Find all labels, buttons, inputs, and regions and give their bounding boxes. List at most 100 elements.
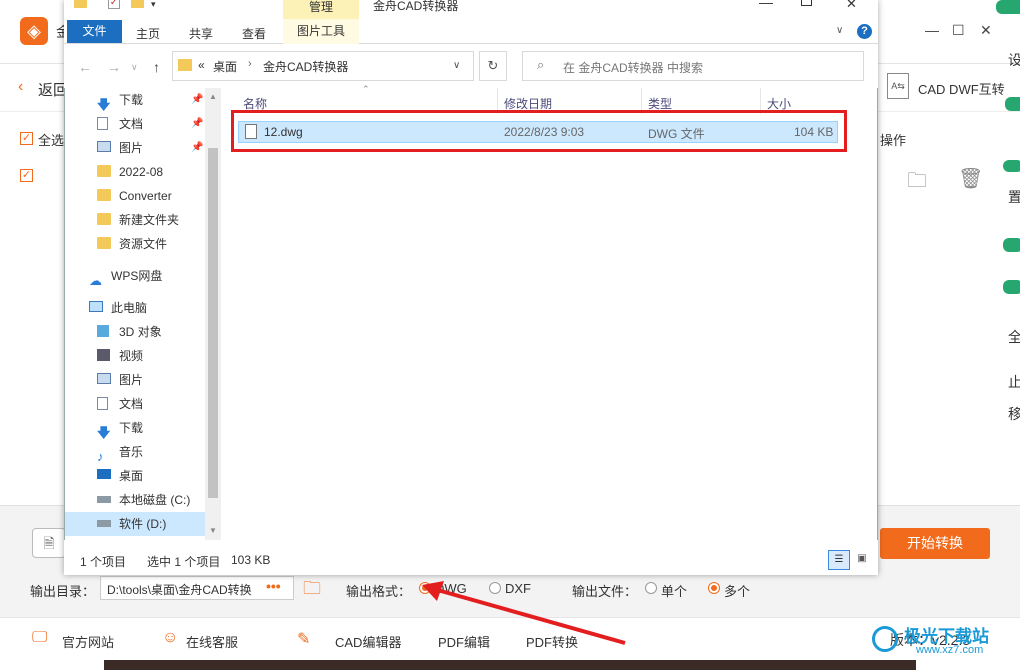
sidebar-item-label: Converter	[119, 189, 172, 203]
drive-icon	[97, 493, 112, 506]
sidebar-item[interactable]: 文档	[65, 392, 205, 416]
output-folder-icon[interactable]: 🗀	[303, 576, 327, 600]
quick-access-dropdown-icon[interactable]: ▾	[151, 0, 156, 10]
nav-scrollbar-thumb[interactable]	[208, 148, 218, 498]
details-view-icon[interactable]: ☰	[828, 550, 850, 570]
file-single-radio[interactable]	[645, 582, 657, 594]
address-dropdown-icon[interactable]: ∨	[453, 60, 460, 71]
large-icons-view-icon[interactable]: ▣	[853, 550, 871, 570]
tab-view[interactable]: 查看	[242, 25, 266, 42]
tab-share[interactable]: 共享	[189, 25, 213, 42]
sidebar-item[interactable]: 🡇 下载	[65, 416, 205, 440]
ribbon-context-tab[interactable]: 管理	[283, 0, 359, 19]
pin-icon: 📌	[191, 142, 204, 153]
sidebar-item[interactable]: ☁ WPS网盘	[65, 264, 205, 288]
background-photo-strip	[104, 660, 916, 670]
drive-icon	[97, 517, 112, 530]
sidebar-item[interactable]: 本地磁盘 (C:)	[65, 488, 205, 512]
folder-icon	[97, 237, 112, 250]
back-arrow-icon[interactable]: ‹	[18, 78, 23, 96]
sidebar-item[interactable]: 此电脑	[65, 296, 205, 320]
sidebar-item-label: 图片	[119, 373, 144, 387]
sort-indicator-icon: ⌃	[362, 84, 370, 94]
select-all-label: 全选	[38, 133, 65, 148]
sidebar-item[interactable]: 软件 (D:)	[65, 512, 205, 536]
row-checkbox[interactable]: ✓	[20, 169, 33, 182]
refresh-icon[interactable]: ↻	[479, 51, 507, 81]
download-arrow-icon: 🡇	[97, 425, 111, 440]
sidebar-item-label: 图片	[119, 141, 144, 155]
file-multi-label: 多个	[724, 584, 751, 599]
maximize-icon[interactable]: ☐	[952, 22, 965, 39]
computer-icon	[89, 301, 104, 314]
sidebar-item-label: 下载	[119, 421, 144, 435]
scroll-up-icon[interactable]: ▲	[209, 92, 217, 101]
sidebar-item[interactable]: 🡇 下载 📌	[65, 88, 205, 112]
select-all-checkbox[interactable]: ✓	[20, 132, 33, 145]
explorer-close-icon[interactable]: ✕	[846, 0, 857, 12]
sidebar-item[interactable]: 图片 📌	[65, 136, 205, 160]
document-icon	[97, 397, 112, 410]
sidebar-item[interactable]: 新建文件夹	[65, 208, 205, 232]
new-folder-icon[interactable]	[131, 0, 144, 8]
footer-cad-editor[interactable]: CAD编辑器	[335, 632, 401, 651]
breadcrumb-desktop[interactable]: 桌面	[213, 58, 237, 75]
footer-online-support[interactable]: 在线客服	[186, 632, 238, 651]
decoration	[1003, 238, 1020, 252]
explorer-maximize-icon[interactable]	[801, 0, 812, 6]
tab-file[interactable]: 文件	[67, 20, 122, 43]
ribbon-expand-icon[interactable]: ∨	[836, 25, 843, 36]
item-count: 1 个项目	[80, 555, 127, 569]
forward-nav-icon[interactable]: →	[107, 59, 121, 75]
right-edge-text: 止	[1008, 374, 1020, 390]
start-convert-button[interactable]: 开始转换	[880, 528, 990, 559]
explorer-minimize-icon[interactable]: —	[759, 0, 773, 10]
folder-icon	[74, 0, 87, 8]
tab-home[interactable]: 主页	[136, 25, 160, 42]
sidebar-item[interactable]: Converter	[65, 184, 205, 208]
sidebar-item[interactable]: 桌面	[65, 464, 205, 488]
music-note-icon: ♪	[97, 449, 104, 464]
sidebar-item-label: 2022-08	[119, 165, 164, 179]
breadcrumb-overflow[interactable]: «	[198, 58, 205, 72]
sidebar-item-label: 3D 对象	[119, 325, 162, 339]
decoration	[1005, 97, 1020, 111]
search-input[interactable]: 在 金舟CAD转换器 中搜索	[522, 51, 864, 81]
close-icon[interactable]: ✕	[980, 22, 992, 39]
trash-icon[interactable]: 🗑	[958, 166, 983, 191]
download-arrow-icon: 🡇	[97, 97, 111, 112]
selected-size: 103 KB	[231, 553, 271, 567]
output-dir-field[interactable]: D:\tools\桌面\金舟CAD转换	[100, 576, 294, 600]
video-icon	[97, 349, 112, 362]
sidebar-item[interactable]: 文档 📌	[65, 112, 205, 136]
sidebar-item[interactable]: 视频	[65, 344, 205, 368]
sidebar-item-label: 软件 (D:)	[119, 517, 167, 531]
breadcrumb-current[interactable]: 金舟CAD转换器	[263, 58, 348, 75]
breadcrumb-separator-icon: ›	[248, 58, 252, 70]
open-folder-icon[interactable]: 🗀	[907, 166, 927, 200]
help-icon[interactable]: ?	[857, 24, 872, 39]
watermark-logo-icon	[872, 626, 898, 652]
sidebar-item-label: 下载	[119, 93, 144, 107]
sidebar-item[interactable]: 图片	[65, 368, 205, 392]
back-nav-icon[interactable]: ←	[78, 59, 92, 75]
sidebar-item[interactable]: ♪ 音乐	[65, 440, 205, 464]
scroll-down-icon[interactable]: ▼	[209, 526, 217, 535]
sidebar-item[interactable]: 2022-08	[65, 160, 205, 184]
add-file-icon[interactable]: 🗎	[32, 528, 66, 558]
properties-icon[interactable]: ✓	[108, 0, 120, 9]
sidebar-item[interactable]: 3D 对象	[65, 320, 205, 344]
picture-icon	[97, 373, 112, 386]
file-single-label: 单个	[661, 584, 688, 599]
cad-dwf-icon[interactable]: A⇆	[887, 73, 909, 99]
minimize-icon[interactable]: —	[925, 22, 939, 38]
sidebar-item[interactable]: 资源文件	[65, 232, 205, 256]
tab-picture-tools[interactable]: 图片工具	[283, 19, 359, 44]
selected-count: 选中 1 个项目	[147, 555, 221, 569]
up-nav-icon[interactable]: ↑	[153, 59, 160, 75]
file-multi-radio[interactable]	[708, 582, 720, 594]
cad-dwf-convert-button[interactable]: CAD DWF互转	[918, 79, 1005, 98]
footer-official-site[interactable]: 官方网站	[62, 632, 114, 651]
output-dir-more-button[interactable]: •••	[266, 578, 281, 594]
recent-dropdown-icon[interactable]: ∨	[131, 62, 138, 73]
